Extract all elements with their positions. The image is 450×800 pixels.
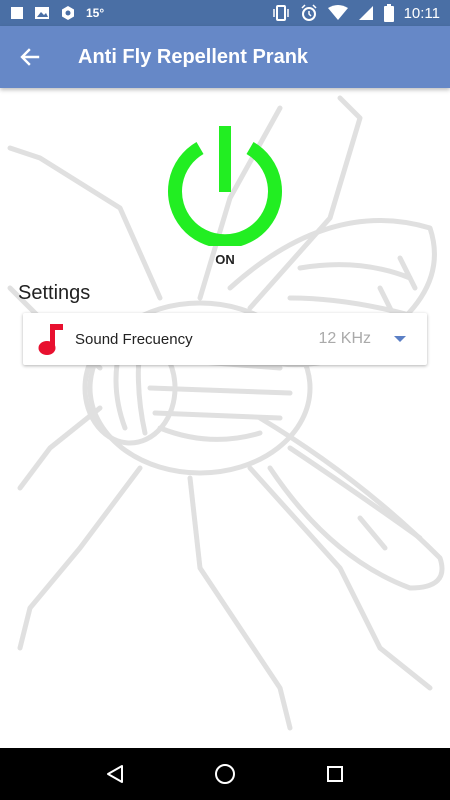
nav-back-button[interactable]: [95, 754, 135, 794]
square-icon: [11, 7, 23, 19]
settings-heading: Settings: [18, 282, 91, 304]
back-triangle-icon: [107, 765, 123, 783]
screen: 15° 10:11 Anti Fly Repellent Prank ON Se…: [0, 0, 450, 800]
setting-label: Sound Frecuency: [75, 330, 193, 348]
signal-icon: [358, 6, 373, 20]
alarm-icon: [301, 4, 317, 21]
navigation-bar: [0, 748, 450, 800]
recents-square-icon: [327, 766, 343, 782]
main-content: ON Settings Sound Frecuency 12 KHz: [0, 88, 450, 748]
music-note-icon: [38, 324, 63, 355]
home-circle-icon: [215, 764, 235, 784]
clock-text: 10:11: [403, 4, 440, 22]
hexagon-icon: [62, 6, 74, 20]
temperature-text: 15°: [86, 6, 105, 20]
image-icon: [35, 7, 49, 19]
status-left: 15°: [10, 5, 104, 21]
power-button[interactable]: [164, 124, 286, 246]
dropdown-arrow-icon: [394, 336, 406, 342]
back-button[interactable]: [0, 26, 60, 88]
vibrate-icon: [272, 5, 289, 21]
app-bar: Anti Fly Repellent Prank: [0, 26, 450, 88]
status-bar: 15° 10:11: [0, 0, 450, 26]
status-right: 10:11: [272, 4, 440, 22]
nav-recents-button[interactable]: [315, 754, 355, 794]
page-title: Anti Fly Repellent Prank: [78, 45, 309, 68]
arrow-back-icon: [20, 48, 40, 66]
wifi-icon: [327, 5, 348, 20]
setting-value: 12 KHz: [318, 330, 371, 347]
battery-icon: [383, 4, 394, 22]
sound-frequency-dropdown[interactable]: Sound Frecuency 12 KHz: [23, 313, 427, 365]
nav-home-button[interactable]: [205, 754, 245, 794]
power-state-label: ON: [215, 252, 235, 267]
